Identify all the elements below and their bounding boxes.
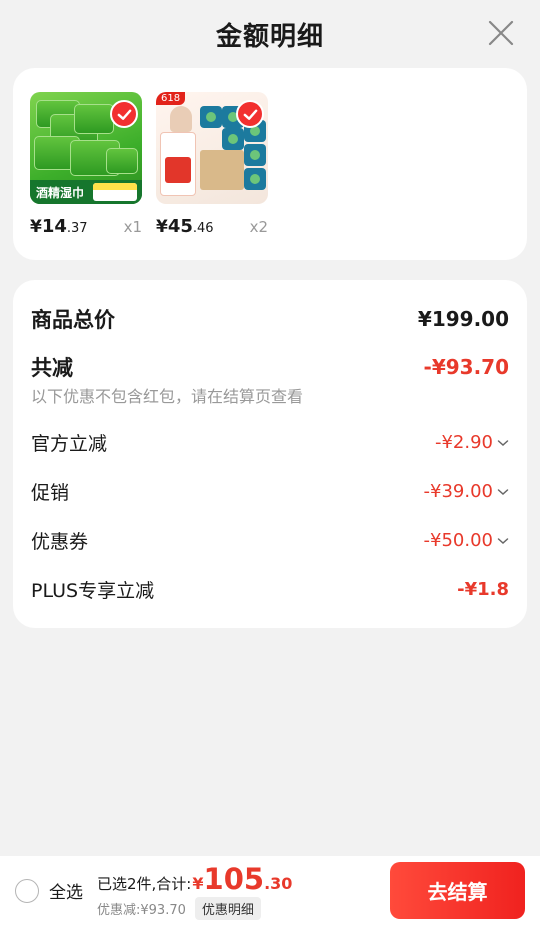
item-quantity: x1 bbox=[123, 218, 142, 236]
select-all-radio[interactable] bbox=[15, 878, 39, 903]
discount-label: 官方立减 bbox=[31, 433, 108, 455]
header: 金额明细 bbox=[0, 0, 540, 68]
item-price: ¥45.46 bbox=[156, 216, 214, 237]
total-price-row: 商品总价 ¥199.00 bbox=[31, 302, 509, 336]
discount-row-official[interactable]: 官方立减 -¥2.90 bbox=[31, 418, 509, 467]
discount-row-plus: PLUS专享立减 -¥1.8 bbox=[31, 565, 509, 614]
chevron-down-icon[interactable] bbox=[497, 439, 509, 447]
discount-label: 促销 bbox=[31, 482, 70, 504]
total-price-label: 商品总价 bbox=[31, 308, 115, 332]
checkout-bar: 全选 已选2件,合计: ¥ 105 .30 优惠减:¥93.70 优惠明细 去结… bbox=[0, 856, 540, 925]
total-currency: ¥ bbox=[192, 873, 204, 893]
discount-row-promotion[interactable]: 促销 -¥39.00 bbox=[31, 467, 509, 516]
select-all-label[interactable]: 全选 bbox=[49, 878, 83, 903]
discount-label: PLUS专享立减 bbox=[31, 580, 155, 602]
total-amount-decimal: .30 bbox=[264, 873, 293, 893]
goods-item[interactable]: 618 ¥45.46 x2 bbox=[156, 92, 268, 260]
discount-value: -¥2.90 bbox=[434, 432, 493, 453]
discount-value: -¥39.00 bbox=[423, 481, 493, 502]
product-image[interactable]: 酒精湿巾 bbox=[30, 92, 142, 204]
discount-hint: 以下优惠不包含红包，请在结算页查看 bbox=[31, 387, 304, 406]
product-image-text: 酒精湿巾 bbox=[36, 185, 85, 200]
discount-label: 优惠券 bbox=[31, 531, 89, 553]
checkout-button[interactable]: 去结算 bbox=[390, 862, 525, 919]
discount-detail-button[interactable]: 优惠明细 bbox=[194, 896, 261, 920]
goods-card: 酒精湿巾 ¥14.37 x1 618 ¥45.46 x2 bbox=[13, 68, 527, 260]
discount-value: -¥50.00 bbox=[423, 530, 493, 551]
selected-check-icon[interactable] bbox=[236, 100, 264, 128]
total-reduction-label: 共减 bbox=[31, 356, 73, 380]
close-icon[interactable] bbox=[488, 20, 514, 46]
discount-row-coupon[interactable]: 优惠券 -¥50.00 bbox=[31, 516, 509, 565]
total-amount-integer: 105 bbox=[203, 861, 265, 896]
total-price-value: ¥199.00 bbox=[417, 307, 509, 331]
chevron-down-icon[interactable] bbox=[497, 488, 509, 496]
selected-check-icon[interactable] bbox=[110, 100, 138, 128]
product-image[interactable]: 618 bbox=[156, 92, 268, 204]
item-quantity: x2 bbox=[249, 218, 268, 236]
item-price: ¥14.37 bbox=[30, 216, 88, 237]
goods-item[interactable]: 酒精湿巾 ¥14.37 x1 bbox=[30, 92, 142, 260]
amount-detail-card: 商品总价 ¥199.00 共减 -¥93.70 以下优惠不包含红包，请在结算页查… bbox=[13, 280, 527, 628]
selected-count-label: 已选2件,合计: bbox=[97, 874, 192, 893]
total-reduction-value: -¥93.70 bbox=[423, 355, 509, 379]
chevron-down-icon[interactable] bbox=[497, 537, 509, 545]
page-title: 金额明细 bbox=[215, 21, 324, 52]
total-reduction-row: 共减 -¥93.70 bbox=[31, 350, 509, 384]
saved-amount: 优惠减:¥93.70 bbox=[97, 902, 186, 918]
order-summary: 已选2件,合计: ¥ 105 .30 优惠减:¥93.70 优惠明细 bbox=[97, 862, 390, 920]
promo-badge: 618 bbox=[156, 92, 186, 105]
discount-value: -¥1.8 bbox=[457, 579, 509, 600]
